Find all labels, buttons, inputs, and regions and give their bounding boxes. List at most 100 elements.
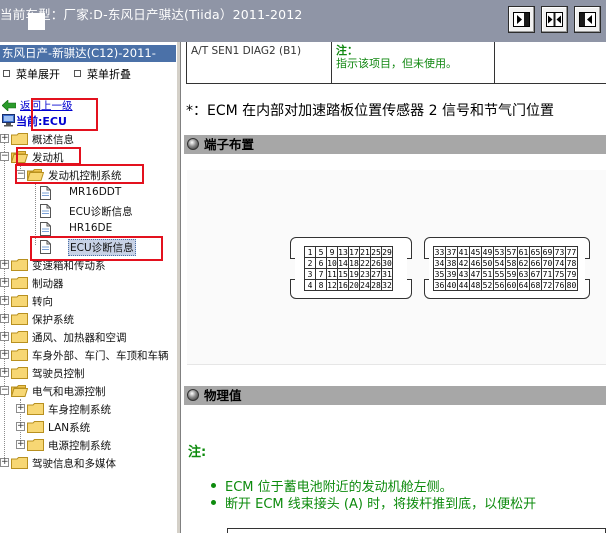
tree-item-brakes[interactable]: + 制动器 [0, 275, 176, 291]
folder-icon [11, 295, 28, 307]
title-bar: 当前车型：厂家:D-东风日产骐达(Tiida）2011-2012 [0, 0, 606, 42]
expand-plus-icon[interactable]: + [0, 350, 9, 359]
expand-plus-icon[interactable]: + [0, 296, 9, 305]
menu-collapse-button[interactable]: 菜单折叠 [74, 66, 131, 82]
tree-item-label: 通风、加热器和空调 [32, 332, 127, 344]
menu-expand-label: 菜单展开 [16, 68, 60, 81]
pin-cell: 46 [469, 257, 482, 269]
tree-item-label: 保护系统 [32, 314, 74, 326]
pin-cell: 56 [493, 279, 506, 291]
expand-plus-icon[interactable]: + [0, 332, 9, 341]
collapse-minus-icon[interactable]: − [0, 152, 9, 161]
section-header-physical[interactable]: 物理值 [184, 386, 606, 405]
hide-panel-button[interactable] [574, 6, 601, 33]
tree-item-mr16ddt[interactable]: MR16DDT [40, 185, 176, 201]
pin-cell: 41 [457, 246, 470, 258]
expand-plus-icon[interactable]: + [16, 404, 25, 413]
pin-row: 36 40 44 48 52 56 60 64 68 72 76 80 [433, 279, 578, 291]
tree-item-overview[interactable]: + 概述信息 [0, 131, 176, 147]
pin-cell: 70 [541, 257, 554, 269]
tree-item-label: HR16DE [69, 222, 113, 234]
expand-plus-icon[interactable]: + [16, 422, 25, 431]
pin-cell: 80 [565, 279, 578, 291]
pin-cell: 17 [348, 246, 360, 258]
pin-cell: 68 [529, 279, 542, 291]
pin-cell: 50 [481, 257, 494, 269]
tree-item-lan-system[interactable]: + LAN系统 [16, 419, 176, 435]
pin-cell: 39 [445, 268, 458, 280]
tree-item-hr16de[interactable]: HR16DE [40, 221, 176, 237]
tree-item-label: 车身外部、车门、车顶和车辆 [32, 350, 169, 362]
title-white-block [28, 13, 45, 30]
ecm-footnote: *：ECM 在内部对加速踏板位置传感器 2 信号和节气门位置 [186, 103, 554, 119]
pin-cell: 44 [457, 279, 470, 291]
tree-item-label: MR16DDT [69, 186, 122, 198]
highlight-box-engine [16, 147, 81, 165]
pin-cell: 28 [370, 279, 382, 291]
pin-row: 3 7 11 15 19 23 27 31 [304, 268, 393, 280]
pin-cell: 26 [370, 257, 382, 269]
pin-cell: 57 [505, 246, 518, 258]
collapse-square-icon [74, 70, 81, 77]
folder-icon [11, 313, 28, 325]
back-arrow-icon [2, 100, 16, 111]
menu-expand-button[interactable]: 菜单展开 [3, 66, 60, 82]
pin-cell: 37 [445, 246, 458, 258]
highlight-box-ecu-diag [30, 236, 163, 261]
tree-item-mr16ddt-ecu-diag[interactable]: ECU诊断信息 [40, 203, 176, 219]
expand-plus-icon[interactable]: + [0, 260, 9, 269]
tree-item-body-control[interactable]: + 车身控制系统 [16, 401, 176, 417]
tree-item-power-control[interactable]: + 电源控制系统 [16, 437, 176, 453]
ecu-computer-icon [2, 114, 15, 127]
pin-cell: 48 [469, 279, 482, 291]
pin-cell: 27 [370, 268, 382, 280]
pin-cell: 19 [348, 268, 360, 280]
pin-cell: 30 [381, 257, 393, 269]
table-bottom-border [187, 83, 606, 84]
pin-cell: 71 [541, 268, 554, 280]
section-bullet-icon [187, 138, 199, 150]
expand-plus-icon[interactable]: + [0, 368, 9, 377]
highlight-box-back [31, 98, 98, 131]
split-view-button[interactable] [541, 6, 568, 33]
pin-cell: 32 [381, 279, 393, 291]
open-folder-icon [11, 385, 28, 397]
expand-plus-icon[interactable]: + [0, 134, 9, 143]
pin-cell: 14 [337, 257, 349, 269]
folder-icon [11, 457, 28, 469]
section-header-terminal[interactable]: 端子布置 [184, 135, 606, 154]
pin-cell: 72 [541, 279, 554, 291]
pin-cell: 22 [359, 257, 371, 269]
tree-item-electrical[interactable]: − 电气和电源控制 [0, 383, 176, 399]
expand-plus-icon[interactable]: + [0, 278, 9, 287]
expand-plus-icon[interactable]: + [16, 440, 25, 449]
tree-item-body-exterior[interactable]: + 车身外部、车门、车顶和车辆 [0, 347, 176, 363]
split-view-icon [546, 12, 563, 27]
pin-row: 1 5 9 13 17 21 25 29 [304, 246, 393, 258]
tree-item-steering[interactable]: + 转向 [0, 293, 176, 309]
window-title: 当前车型：厂家:D-东风日产骐达(Tiida）2011-2012 [0, 7, 303, 22]
tree-item-hvac[interactable]: + 通风、加热器和空调 [0, 329, 176, 345]
expand-square-icon [3, 70, 10, 77]
pin-cell: 79 [565, 268, 578, 280]
expand-plus-icon[interactable]: + [0, 314, 9, 323]
tree-item-protection[interactable]: + 保护系统 [0, 311, 176, 327]
pin-cell: 20 [348, 279, 360, 291]
pin-cell: 78 [565, 257, 578, 269]
tree-item-label: 电源控制系统 [48, 440, 111, 452]
pin-row: 4 8 12 16 20 24 28 32 [304, 279, 393, 291]
document-icon [40, 204, 51, 218]
tree-item-driving-info[interactable]: + 驾驶信息和多媒体 [0, 455, 176, 471]
pin-cell: 53 [493, 246, 506, 258]
pin-cell: 63 [517, 268, 530, 280]
expand-plus-icon[interactable]: + [0, 458, 9, 467]
pin-cell: 12 [326, 279, 338, 291]
show-panel-button[interactable] [508, 6, 535, 33]
folder-icon [11, 133, 28, 145]
pin-cell: 55 [493, 268, 506, 280]
collapse-minus-icon[interactable]: − [0, 386, 9, 395]
pin-cell: 1 [304, 246, 316, 258]
document-icon [40, 186, 51, 200]
tree-item-driver-controls[interactable]: + 驾驶员控制 [0, 365, 176, 381]
connector-48pin: 33 37 41 45 49 53 57 61 65 69 73 77 34 38 42 46 50 54 58 62… [424, 237, 590, 299]
